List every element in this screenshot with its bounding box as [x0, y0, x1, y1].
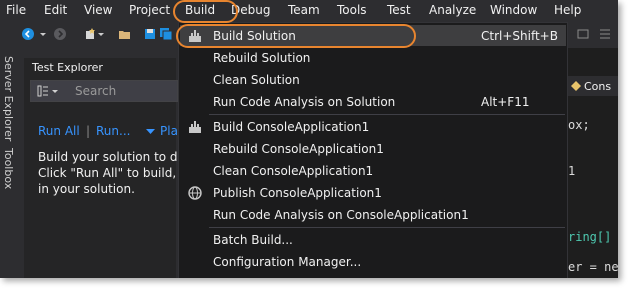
menu-item-label: Build ConsoleApplication1: [213, 120, 370, 134]
dropdown-arrow-icon[interactable]: [40, 28, 46, 40]
menu-team[interactable]: Team: [288, 3, 320, 17]
message-line: Build your solution to disc: [38, 150, 194, 164]
menu-separator: [209, 114, 565, 115]
toolbar-icon-right-a[interactable]: [576, 28, 590, 40]
editor-tab[interactable]: Cons: [564, 76, 618, 96]
test-explorer-message: Build your solution to disc Click "Run A…: [38, 149, 197, 197]
run-link[interactable]: Run...: [96, 124, 130, 138]
run-all-link[interactable]: Run All: [38, 124, 80, 138]
build-project-icon: [189, 121, 201, 133]
menu-item-run-code-analysis-solution[interactable]: Run Code Analysis on Solution Alt+F11: [179, 91, 567, 113]
code-fragment: ring[]: [568, 230, 612, 244]
test-explorer-panel: Test Explorer Run All | Run... Play Buil…: [24, 58, 197, 278]
run-dropdown-icon[interactable]: [146, 128, 155, 136]
message-line: Click "Run All" to build, dis: [38, 166, 198, 180]
menu-help[interactable]: Help: [554, 3, 581, 17]
menu-item-label: Rebuild ConsoleApplication1: [213, 142, 384, 156]
menu-item-rebuild-project[interactable]: Rebuild ConsoleApplication1: [179, 138, 567, 160]
menu-tools[interactable]: Tools: [337, 3, 367, 17]
test-explorer-search-box: [30, 80, 178, 102]
menu-item-label: Batch Build...: [213, 233, 293, 247]
toolbar-icon-right-b[interactable]: [598, 28, 612, 40]
group-by-icon[interactable]: [37, 84, 59, 98]
globe-icon: [188, 186, 202, 200]
menu-item-configuration-manager[interactable]: Configuration Manager...: [179, 251, 567, 273]
toolbox-tab[interactable]: Toolbox: [2, 148, 15, 189]
menu-item-label: Run Code Analysis on Solution: [213, 95, 396, 109]
code-fragment: ox;: [568, 118, 590, 132]
menu-item-run-code-analysis-project[interactable]: Run Code Analysis on ConsoleApplication1: [179, 204, 567, 226]
menu-item-clean-solution[interactable]: Clean Solution: [179, 69, 567, 91]
menu-item-label: Configuration Manager...: [213, 255, 362, 269]
menu-item-clean-project[interactable]: Clean ConsoleApplication1: [179, 160, 567, 182]
test-explorer-search-input[interactable]: [75, 83, 175, 99]
open-folder-icon[interactable]: [118, 28, 132, 40]
menu-item-label: Publish ConsoleApplication1: [213, 186, 382, 200]
menu-item-label: Clean Solution: [213, 73, 300, 87]
menu-item-label: Rebuild Solution: [213, 51, 311, 65]
menu-item-rebuild-solution[interactable]: Rebuild Solution: [179, 47, 567, 69]
menu-item-label: Clean ConsoleApplication1: [213, 164, 374, 178]
new-dropdown-icon[interactable]: [98, 28, 104, 40]
server-explorer-tab[interactable]: Server Explorer: [2, 56, 15, 141]
annotation-oval-build-solution: [176, 24, 416, 48]
menu-item-publish-project[interactable]: Publish ConsoleApplication1: [179, 182, 567, 204]
menu-edit[interactable]: Edit: [44, 3, 67, 17]
menu-analyze[interactable]: Analyze: [429, 3, 476, 17]
menu-item-shortcut: Alt+F11: [481, 95, 530, 109]
save-all-icon[interactable]: [160, 28, 172, 40]
class-icon: [571, 81, 581, 91]
menu-item-label: Run Code Analysis on ConsoleApplication1: [213, 208, 469, 222]
menu-separator: [209, 227, 565, 228]
back-arrow-icon[interactable]: [22, 28, 34, 40]
test-explorer-title: Test Explorer: [32, 61, 103, 74]
build-menu-dropdown: Build Solution Ctrl+Shift+B Rebuild Solu…: [178, 22, 568, 278]
menu-window[interactable]: Window: [490, 3, 537, 17]
menu-bar: File Edit View Project Build Debug Team …: [0, 0, 618, 22]
side-tab-strip: Server Explorer Toolbox: [0, 50, 22, 278]
forward-arrow-icon[interactable]: [54, 28, 66, 40]
menu-file[interactable]: File: [6, 3, 26, 17]
menu-item-batch-build[interactable]: Batch Build...: [179, 229, 567, 251]
link-separator: |: [86, 124, 91, 138]
menu-test[interactable]: Test: [387, 3, 411, 17]
menu-project[interactable]: Project: [129, 3, 170, 17]
menu-item-shortcut: Ctrl+Shift+B: [481, 29, 558, 43]
save-icon[interactable]: [144, 28, 156, 40]
annotation-oval-build-menu: [173, 0, 238, 23]
menu-view[interactable]: View: [84, 3, 112, 17]
message-line: in your solution.: [38, 182, 135, 196]
code-fragment: 1: [568, 164, 576, 178]
code-fragment: er = new: [568, 260, 618, 274]
new-project-icon[interactable]: [84, 28, 96, 40]
menu-item-build-project[interactable]: Build ConsoleApplication1: [179, 116, 567, 138]
visual-studio-window: File Edit View Project Build Debug Team …: [0, 0, 618, 278]
editor-tab-label: Cons: [584, 80, 612, 93]
